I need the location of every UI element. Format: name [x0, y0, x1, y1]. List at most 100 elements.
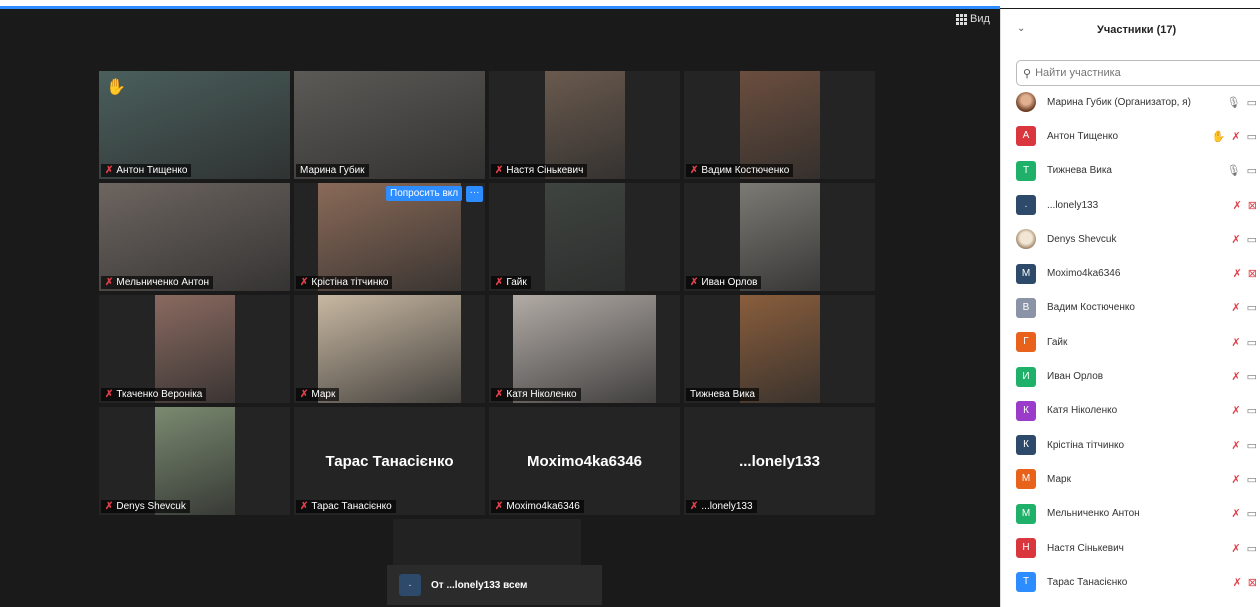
participant-row[interactable]: Г Гайк ✗ ▭ [1016, 325, 1260, 359]
mic-muted-icon[interactable]: ✗ [1231, 336, 1240, 349]
tile-name-label: ✗ Крістіна тітчинко [296, 276, 393, 289]
camera-off-icon[interactable]: ⊠ [1248, 199, 1257, 212]
grid-view-icon [956, 13, 967, 25]
tile-name-text: Тарас Танасієнко [311, 501, 392, 512]
mic-muted-icon[interactable]: ✗ [1231, 542, 1240, 555]
video-tile[interactable]: ...lonely133 ✗ ...lonely133 [684, 407, 875, 515]
participant-search-input[interactable] [1035, 67, 1236, 79]
mic-muted-icon: ✗ [300, 389, 309, 400]
avatar: Т [1016, 160, 1036, 181]
participant-row[interactable]: M Moximo4ka6346 ✗ ⊠ [1016, 256, 1260, 290]
camera-icon[interactable]: ▭ [1247, 542, 1257, 555]
camera-icon[interactable]: ▭ [1247, 370, 1257, 383]
participant-row[interactable]: Марина Губик (Организатор, я) 🎙 ▭ [1016, 85, 1260, 119]
video-feed [513, 295, 656, 403]
video-tile[interactable]: ✗ Ткаченко Вероніка [99, 295, 290, 403]
camera-icon[interactable]: ▭ [1247, 301, 1257, 314]
camera-icon[interactable]: ▭ [1247, 96, 1257, 109]
raised-hand-icon: ✋ [106, 79, 126, 96]
video-tile[interactable]: Попросить вкл ··· ✗ Крістіна тітчинко [294, 183, 485, 291]
participant-row[interactable]: Н Настя Сінькевич ✗ ▭ [1016, 531, 1260, 565]
mic-muted-icon[interactable]: ✗ [1231, 507, 1240, 520]
search-icon: ⚲ [1023, 67, 1032, 80]
mic-muted-icon[interactable]: ✗ [1231, 404, 1240, 417]
camera-off-icon[interactable]: ⊠ [1248, 267, 1257, 280]
participant-row[interactable]: Т Тарас Танасієнко ✗ ⊠ [1016, 565, 1260, 599]
video-tile[interactable]: ✗ Мельниченко Антон [99, 183, 290, 291]
mic-muted-icon: ✗ [300, 277, 309, 288]
avatar: К [1016, 400, 1036, 421]
raised-hand-icon: ✋ [1211, 130, 1226, 143]
mic-muted-icon: ✗ [105, 165, 114, 176]
camera-icon[interactable]: ▭ [1247, 439, 1257, 452]
participant-row[interactable]: . ...lonely133 ✗ ⊠ [1016, 188, 1260, 222]
mic-muted-icon[interactable]: ✗ [1233, 576, 1242, 589]
video-feed [154, 407, 235, 515]
camera-icon[interactable]: ▭ [1247, 507, 1257, 520]
mic-muted-icon[interactable]: ✗ [1231, 130, 1240, 143]
mic-muted-icon[interactable]: ✗ [1233, 267, 1242, 280]
mic-muted-icon[interactable]: ✗ [1231, 473, 1240, 486]
participant-name: Катя Ніколенко [1047, 405, 1118, 417]
chat-avatar: . [399, 574, 421, 596]
video-tile[interactable]: Марина Губик [294, 71, 485, 179]
tile-name-text: Ткаченко Вероніка [116, 389, 203, 400]
tile-name-text: Вадим Костюченко [701, 165, 790, 176]
avatar: В [1016, 297, 1036, 318]
camera-icon[interactable]: ▭ [1247, 130, 1257, 143]
camera-icon[interactable]: ▭ [1247, 473, 1257, 486]
participant-row[interactable]: К Катя Ніколенко ✗ ▭ [1016, 394, 1260, 428]
mic-muted-icon[interactable]: ✗ [1231, 370, 1240, 383]
participant-row[interactable]: М Мельниченко Антон ✗ ▭ [1016, 497, 1260, 531]
ask-to-unmute-button[interactable]: Попросить вкл [386, 186, 463, 201]
participant-row[interactable]: К Крістіна тітчинко ✗ ▭ [1016, 428, 1260, 462]
video-tile[interactable]: ✗ Гайк [489, 183, 680, 291]
video-tile[interactable]: ✗ Марк [294, 295, 485, 403]
chevron-down-icon[interactable]: ⌄ [1017, 23, 1025, 34]
chat-notification[interactable]: . От ...lonely133 всем [387, 565, 602, 605]
participant-status-icons: ✗ ⊠ [1233, 576, 1257, 589]
mic-muted-icon: ✗ [105, 389, 114, 400]
camera-icon[interactable]: ▭ [1247, 336, 1257, 349]
mic-icon[interactable]: 🎙 [1227, 96, 1241, 109]
video-tile[interactable]: ✗ Катя Ніколенко [489, 295, 680, 403]
tile-name-label: Марина Губик [296, 164, 369, 177]
participant-row[interactable]: И Иван Орлов ✗ ▭ [1016, 359, 1260, 393]
tile-name-text: Крістіна тітчинко [311, 277, 389, 288]
participant-status-icons: ✗ ▭ [1231, 507, 1257, 520]
camera-icon[interactable]: ▭ [1247, 404, 1257, 417]
participant-row[interactable]: Denys Shevcuk ✗ ▭ [1016, 222, 1260, 256]
camera-icon[interactable]: ▭ [1247, 164, 1257, 177]
mic-muted-icon: ✗ [495, 165, 504, 176]
camera-icon[interactable]: ▭ [1247, 233, 1257, 246]
video-feed [739, 295, 820, 403]
mic-muted-icon[interactable]: ✗ [1231, 301, 1240, 314]
participant-search[interactable]: ⚲ [1016, 60, 1260, 86]
participant-row[interactable]: М Марк ✗ ▭ [1016, 462, 1260, 496]
participant-row[interactable]: Т Тижнева Вика 🎙 ▭ [1016, 154, 1260, 188]
participant-row[interactable]: В Вадим Костюченко ✗ ▭ [1016, 291, 1260, 325]
mic-icon[interactable]: 🎙 [1227, 164, 1241, 177]
participant-status-icons: ✗ ⊠ [1233, 199, 1257, 212]
mic-muted-icon[interactable]: ✗ [1231, 439, 1240, 452]
participant-row[interactable]: А Антон Тищенко ✋ ✗ ▭ [1016, 119, 1260, 153]
participant-status-icons: ✋ ✗ ▭ [1212, 130, 1257, 143]
video-tile[interactable]: Тарас Танасієнко ✗ Тарас Танасієнко [294, 407, 485, 515]
mic-muted-icon[interactable]: ✗ [1233, 199, 1242, 212]
mic-muted-icon[interactable]: ✗ [1231, 233, 1240, 246]
tile-name-text: Настя Сінькевич [506, 165, 584, 176]
participants-panel: ⌄ Участники (17) ⚲ Марина Губик (Организ… [1000, 9, 1260, 607]
video-tile[interactable]: ✗ Вадим Костюченко [684, 71, 875, 179]
video-tile[interactable]: Тижнева Вика [684, 295, 875, 403]
camera-off-icon[interactable]: ⊠ [1248, 576, 1257, 589]
video-tile[interactable]: Moximo4ka6346 ✗ Moximo4ka6346 [489, 407, 680, 515]
video-feed [739, 183, 820, 291]
video-tile[interactable]: ✗ Denys Shevcuk [99, 407, 290, 515]
video-tile[interactable]: ✗ Иван Орлов [684, 183, 875, 291]
avatar: М [1016, 503, 1036, 524]
video-tile[interactable]: ✋ ✗ Антон Тищенко [99, 71, 290, 179]
tile-name-label: ✗ Moximo4ka6346 [491, 500, 584, 513]
more-options-button[interactable]: ··· [466, 186, 483, 202]
view-button[interactable]: Вид [956, 13, 990, 25]
video-tile[interactable]: ✗ Настя Сінькевич [489, 71, 680, 179]
